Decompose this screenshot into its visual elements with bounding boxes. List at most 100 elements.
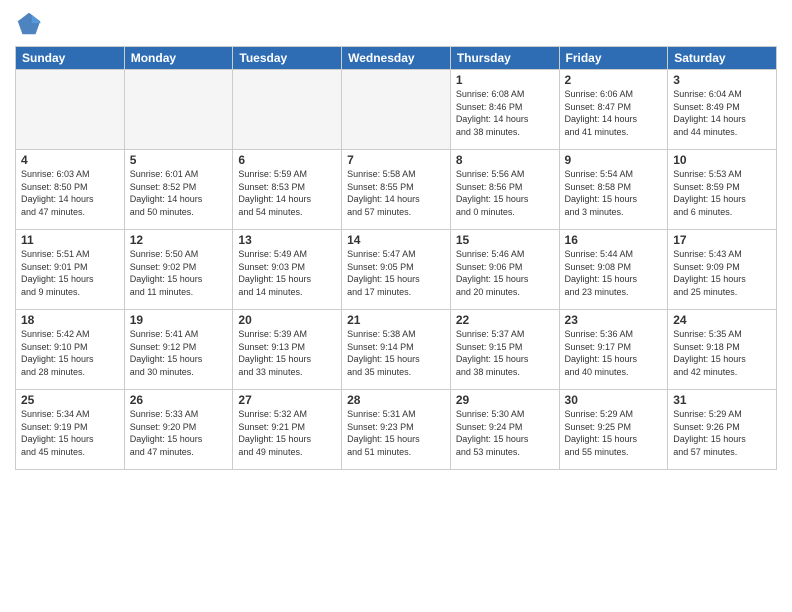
day-info: Sunrise: 5:58 AM Sunset: 8:55 PM Dayligh… (347, 168, 445, 218)
day-number: 18 (21, 313, 119, 327)
day-info: Sunrise: 5:35 AM Sunset: 9:18 PM Dayligh… (673, 328, 771, 378)
day-number: 8 (456, 153, 554, 167)
day-number: 14 (347, 233, 445, 247)
day-info: Sunrise: 6:04 AM Sunset: 8:49 PM Dayligh… (673, 88, 771, 138)
calendar-cell: 9Sunrise: 5:54 AM Sunset: 8:58 PM Daylig… (559, 150, 668, 230)
day-info: Sunrise: 5:30 AM Sunset: 9:24 PM Dayligh… (456, 408, 554, 458)
calendar-cell: 6Sunrise: 5:59 AM Sunset: 8:53 PM Daylig… (233, 150, 342, 230)
day-number: 6 (238, 153, 336, 167)
calendar-cell: 5Sunrise: 6:01 AM Sunset: 8:52 PM Daylig… (124, 150, 233, 230)
day-info: Sunrise: 5:54 AM Sunset: 8:58 PM Dayligh… (565, 168, 663, 218)
calendar-cell: 27Sunrise: 5:32 AM Sunset: 9:21 PM Dayli… (233, 390, 342, 470)
calendar-cell: 18Sunrise: 5:42 AM Sunset: 9:10 PM Dayli… (16, 310, 125, 390)
day-info: Sunrise: 5:29 AM Sunset: 9:26 PM Dayligh… (673, 408, 771, 458)
day-info: Sunrise: 5:34 AM Sunset: 9:19 PM Dayligh… (21, 408, 119, 458)
calendar-week-row: 11Sunrise: 5:51 AM Sunset: 9:01 PM Dayli… (16, 230, 777, 310)
calendar-week-row: 18Sunrise: 5:42 AM Sunset: 9:10 PM Dayli… (16, 310, 777, 390)
weekday-header: Thursday (450, 47, 559, 70)
calendar-week-row: 25Sunrise: 5:34 AM Sunset: 9:19 PM Dayli… (16, 390, 777, 470)
weekday-header: Friday (559, 47, 668, 70)
day-number: 15 (456, 233, 554, 247)
weekday-header: Saturday (668, 47, 777, 70)
day-info: Sunrise: 5:36 AM Sunset: 9:17 PM Dayligh… (565, 328, 663, 378)
day-number: 26 (130, 393, 228, 407)
day-info: Sunrise: 6:06 AM Sunset: 8:47 PM Dayligh… (565, 88, 663, 138)
calendar-cell: 28Sunrise: 5:31 AM Sunset: 9:23 PM Dayli… (342, 390, 451, 470)
day-info: Sunrise: 5:41 AM Sunset: 9:12 PM Dayligh… (130, 328, 228, 378)
calendar-cell: 10Sunrise: 5:53 AM Sunset: 8:59 PM Dayli… (668, 150, 777, 230)
calendar-cell: 26Sunrise: 5:33 AM Sunset: 9:20 PM Dayli… (124, 390, 233, 470)
day-number: 3 (673, 73, 771, 87)
calendar-cell: 25Sunrise: 5:34 AM Sunset: 9:19 PM Dayli… (16, 390, 125, 470)
day-number: 25 (21, 393, 119, 407)
calendar-cell: 20Sunrise: 5:39 AM Sunset: 9:13 PM Dayli… (233, 310, 342, 390)
day-number: 24 (673, 313, 771, 327)
day-info: Sunrise: 5:50 AM Sunset: 9:02 PM Dayligh… (130, 248, 228, 298)
day-info: Sunrise: 5:56 AM Sunset: 8:56 PM Dayligh… (456, 168, 554, 218)
day-info: Sunrise: 5:43 AM Sunset: 9:09 PM Dayligh… (673, 248, 771, 298)
day-number: 23 (565, 313, 663, 327)
calendar-week-row: 1Sunrise: 6:08 AM Sunset: 8:46 PM Daylig… (16, 70, 777, 150)
day-number: 29 (456, 393, 554, 407)
calendar-cell: 16Sunrise: 5:44 AM Sunset: 9:08 PM Dayli… (559, 230, 668, 310)
calendar-cell: 13Sunrise: 5:49 AM Sunset: 9:03 PM Dayli… (233, 230, 342, 310)
day-number: 20 (238, 313, 336, 327)
day-info: Sunrise: 5:46 AM Sunset: 9:06 PM Dayligh… (456, 248, 554, 298)
day-number: 19 (130, 313, 228, 327)
day-info: Sunrise: 5:47 AM Sunset: 9:05 PM Dayligh… (347, 248, 445, 298)
day-info: Sunrise: 5:42 AM Sunset: 9:10 PM Dayligh… (21, 328, 119, 378)
day-number: 31 (673, 393, 771, 407)
day-number: 13 (238, 233, 336, 247)
day-info: Sunrise: 5:33 AM Sunset: 9:20 PM Dayligh… (130, 408, 228, 458)
day-number: 4 (21, 153, 119, 167)
day-info: Sunrise: 5:38 AM Sunset: 9:14 PM Dayligh… (347, 328, 445, 378)
day-number: 11 (21, 233, 119, 247)
day-info: Sunrise: 6:08 AM Sunset: 8:46 PM Dayligh… (456, 88, 554, 138)
calendar-cell (16, 70, 125, 150)
day-number: 12 (130, 233, 228, 247)
calendar-cell: 17Sunrise: 5:43 AM Sunset: 9:09 PM Dayli… (668, 230, 777, 310)
day-info: Sunrise: 5:59 AM Sunset: 8:53 PM Dayligh… (238, 168, 336, 218)
calendar-cell (342, 70, 451, 150)
weekday-header: Wednesday (342, 47, 451, 70)
day-number: 2 (565, 73, 663, 87)
day-info: Sunrise: 5:53 AM Sunset: 8:59 PM Dayligh… (673, 168, 771, 218)
day-number: 28 (347, 393, 445, 407)
day-info: Sunrise: 5:31 AM Sunset: 9:23 PM Dayligh… (347, 408, 445, 458)
calendar-cell: 1Sunrise: 6:08 AM Sunset: 8:46 PM Daylig… (450, 70, 559, 150)
calendar-cell: 29Sunrise: 5:30 AM Sunset: 9:24 PM Dayli… (450, 390, 559, 470)
calendar-cell: 30Sunrise: 5:29 AM Sunset: 9:25 PM Dayli… (559, 390, 668, 470)
calendar-cell: 14Sunrise: 5:47 AM Sunset: 9:05 PM Dayli… (342, 230, 451, 310)
day-info: Sunrise: 5:39 AM Sunset: 9:13 PM Dayligh… (238, 328, 336, 378)
calendar-cell: 7Sunrise: 5:58 AM Sunset: 8:55 PM Daylig… (342, 150, 451, 230)
day-info: Sunrise: 5:44 AM Sunset: 9:08 PM Dayligh… (565, 248, 663, 298)
day-number: 9 (565, 153, 663, 167)
day-info: Sunrise: 5:29 AM Sunset: 9:25 PM Dayligh… (565, 408, 663, 458)
calendar-cell: 4Sunrise: 6:03 AM Sunset: 8:50 PM Daylig… (16, 150, 125, 230)
weekday-header: Monday (124, 47, 233, 70)
day-number: 22 (456, 313, 554, 327)
calendar-header-row: SundayMondayTuesdayWednesdayThursdayFrid… (16, 47, 777, 70)
day-number: 5 (130, 153, 228, 167)
day-number: 30 (565, 393, 663, 407)
day-number: 1 (456, 73, 554, 87)
logo-icon (15, 10, 43, 38)
calendar-cell: 11Sunrise: 5:51 AM Sunset: 9:01 PM Dayli… (16, 230, 125, 310)
day-info: Sunrise: 5:37 AM Sunset: 9:15 PM Dayligh… (456, 328, 554, 378)
calendar-cell: 15Sunrise: 5:46 AM Sunset: 9:06 PM Dayli… (450, 230, 559, 310)
day-number: 10 (673, 153, 771, 167)
calendar-cell: 31Sunrise: 5:29 AM Sunset: 9:26 PM Dayli… (668, 390, 777, 470)
calendar-cell (124, 70, 233, 150)
weekday-header: Sunday (16, 47, 125, 70)
day-info: Sunrise: 5:32 AM Sunset: 9:21 PM Dayligh… (238, 408, 336, 458)
day-info: Sunrise: 5:49 AM Sunset: 9:03 PM Dayligh… (238, 248, 336, 298)
calendar-cell: 3Sunrise: 6:04 AM Sunset: 8:49 PM Daylig… (668, 70, 777, 150)
day-number: 21 (347, 313, 445, 327)
day-info: Sunrise: 6:03 AM Sunset: 8:50 PM Dayligh… (21, 168, 119, 218)
calendar-cell: 22Sunrise: 5:37 AM Sunset: 9:15 PM Dayli… (450, 310, 559, 390)
day-number: 16 (565, 233, 663, 247)
calendar-cell: 21Sunrise: 5:38 AM Sunset: 9:14 PM Dayli… (342, 310, 451, 390)
calendar-cell: 23Sunrise: 5:36 AM Sunset: 9:17 PM Dayli… (559, 310, 668, 390)
page: SundayMondayTuesdayWednesdayThursdayFrid… (0, 0, 792, 612)
calendar-cell: 12Sunrise: 5:50 AM Sunset: 9:02 PM Dayli… (124, 230, 233, 310)
